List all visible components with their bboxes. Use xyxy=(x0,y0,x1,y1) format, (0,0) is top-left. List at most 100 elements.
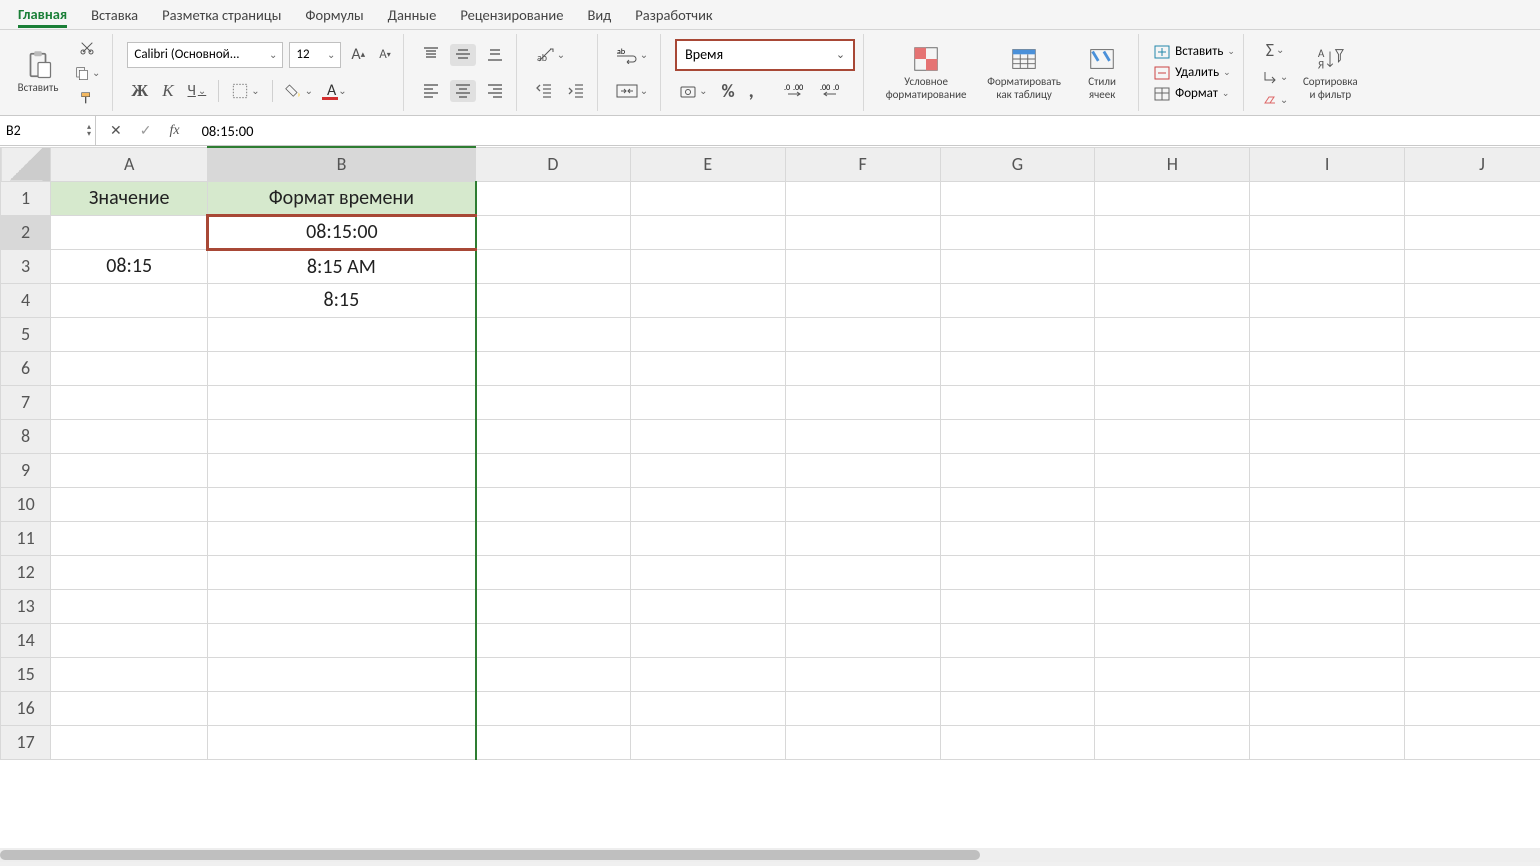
cell-E12[interactable] xyxy=(630,555,785,589)
underline-button[interactable]: Ч xyxy=(184,80,211,102)
cell-E13[interactable] xyxy=(630,589,785,623)
cell-E15[interactable] xyxy=(630,657,785,691)
tab-insert[interactable]: Вставка xyxy=(91,2,138,28)
cell-E7[interactable] xyxy=(630,385,785,419)
cell-F8[interactable] xyxy=(785,419,940,453)
cell-B17[interactable] xyxy=(208,725,476,759)
cell-B4[interactable]: 8:15 xyxy=(208,283,476,317)
cell-G3[interactable] xyxy=(940,249,1095,283)
delete-cells-button[interactable]: Удалить⌄ xyxy=(1153,65,1235,81)
cell-H8[interactable] xyxy=(1095,419,1250,453)
cell-A11[interactable] xyxy=(51,521,208,555)
col-header-E[interactable]: E xyxy=(630,147,785,181)
cancel-formula-icon[interactable]: ✕ xyxy=(106,120,126,141)
cell-F14[interactable] xyxy=(785,623,940,657)
cell-A10[interactable] xyxy=(51,487,208,521)
align-center-icon[interactable] xyxy=(450,80,476,102)
cell-I17[interactable] xyxy=(1250,725,1405,759)
cell-H10[interactable] xyxy=(1095,487,1250,521)
align-bottom-icon[interactable] xyxy=(482,44,508,66)
cell-H3[interactable] xyxy=(1095,249,1250,283)
cell-E9[interactable] xyxy=(630,453,785,487)
bold-button[interactable]: Ж xyxy=(127,79,152,103)
cell-H12[interactable] xyxy=(1095,555,1250,589)
merge-cells-button[interactable] xyxy=(612,80,652,102)
cell-B6[interactable] xyxy=(208,351,476,385)
row-header-1[interactable]: 1 xyxy=(1,181,51,215)
cell-E6[interactable] xyxy=(630,351,785,385)
cell-B11[interactable] xyxy=(208,521,476,555)
cell-F16[interactable] xyxy=(785,691,940,725)
cell-H7[interactable] xyxy=(1095,385,1250,419)
row-header-8[interactable]: 8 xyxy=(1,419,51,453)
col-header-B[interactable]: B xyxy=(208,147,476,181)
tab-developer[interactable]: Разработчик xyxy=(635,2,712,28)
cell-E8[interactable] xyxy=(630,419,785,453)
cell-A8[interactable] xyxy=(51,419,208,453)
cell-G10[interactable] xyxy=(940,487,1095,521)
cell-D2[interactable] xyxy=(476,215,631,249)
name-box[interactable]: B2 ▴▾ xyxy=(0,116,96,145)
cell-A1[interactable]: Значение xyxy=(51,181,208,215)
cell-A17[interactable] xyxy=(51,725,208,759)
cell-D1[interactable] xyxy=(476,181,631,215)
row-header-13[interactable]: 13 xyxy=(1,589,51,623)
col-header-H[interactable]: H xyxy=(1095,147,1250,181)
cell-I10[interactable] xyxy=(1250,487,1405,521)
increase-font-icon[interactable]: A▴ xyxy=(347,43,369,66)
cell-B15[interactable] xyxy=(208,657,476,691)
cell-F3[interactable] xyxy=(785,249,940,283)
increase-decimal-icon[interactable]: .0.00 xyxy=(780,80,810,102)
cell-J9[interactable] xyxy=(1405,453,1540,487)
cell-G11[interactable] xyxy=(940,521,1095,555)
cell-F1[interactable] xyxy=(785,181,940,215)
cell-I3[interactable] xyxy=(1250,249,1405,283)
cell-A4[interactable] xyxy=(51,283,208,317)
cell-I13[interactable] xyxy=(1250,589,1405,623)
currency-button[interactable] xyxy=(675,80,711,102)
cell-D8[interactable] xyxy=(476,419,631,453)
tab-data[interactable]: Данные xyxy=(388,2,437,28)
row-header-3[interactable]: 3 xyxy=(1,249,51,283)
cell-B7[interactable] xyxy=(208,385,476,419)
cell-F9[interactable] xyxy=(785,453,940,487)
format-as-table-button[interactable]: Форматировать как таблицу xyxy=(976,44,1072,101)
cell-G6[interactable] xyxy=(940,351,1095,385)
cell-H1[interactable] xyxy=(1095,181,1250,215)
cell-F7[interactable] xyxy=(785,385,940,419)
cell-I14[interactable] xyxy=(1250,623,1405,657)
cell-G4[interactable] xyxy=(940,283,1095,317)
cell-A5[interactable] xyxy=(51,317,208,351)
font-size-select[interactable]: 12 xyxy=(289,42,341,68)
cell-J3[interactable] xyxy=(1405,249,1540,283)
cell-F13[interactable] xyxy=(785,589,940,623)
fill-color-button[interactable] xyxy=(281,80,317,102)
fx-icon[interactable]: fx xyxy=(165,121,183,141)
cell-I2[interactable] xyxy=(1250,215,1405,249)
row-header-7[interactable]: 7 xyxy=(1,385,51,419)
tab-formulas[interactable]: Формулы xyxy=(305,2,363,28)
cell-A6[interactable] xyxy=(51,351,208,385)
comma-button[interactable]: , xyxy=(745,77,758,105)
format-cells-button[interactable]: Формат⌄ xyxy=(1153,86,1235,102)
cell-D12[interactable] xyxy=(476,555,631,589)
row-header-15[interactable]: 15 xyxy=(1,657,51,691)
cell-D9[interactable] xyxy=(476,453,631,487)
cell-I1[interactable] xyxy=(1250,181,1405,215)
cell-D3[interactable] xyxy=(476,249,631,283)
cell-J7[interactable] xyxy=(1405,385,1540,419)
row-header-14[interactable]: 14 xyxy=(1,623,51,657)
decrease-font-icon[interactable]: A▾ xyxy=(375,45,395,64)
insert-cells-button[interactable]: Вставить⌄ xyxy=(1153,44,1235,60)
cell-B5[interactable] xyxy=(208,317,476,351)
col-header-G[interactable]: G xyxy=(940,147,1095,181)
cell-I7[interactable] xyxy=(1250,385,1405,419)
cell-D11[interactable] xyxy=(476,521,631,555)
cell-J1[interactable] xyxy=(1405,181,1540,215)
spreadsheet-grid[interactable]: A B D E F G H I J 1ЗначениеФормат времен… xyxy=(0,146,1540,862)
cell-A14[interactable] xyxy=(51,623,208,657)
row-header-11[interactable]: 11 xyxy=(1,521,51,555)
cell-A7[interactable] xyxy=(51,385,208,419)
cell-F6[interactable] xyxy=(785,351,940,385)
name-box-spinner[interactable]: ▴▾ xyxy=(87,124,91,138)
